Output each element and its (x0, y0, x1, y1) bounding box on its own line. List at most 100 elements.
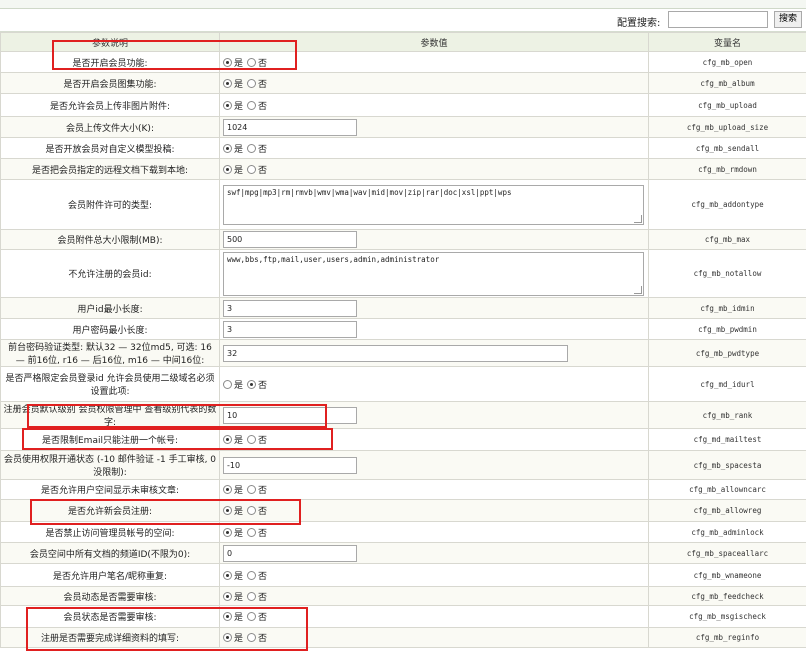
param-value: 是否 (219, 51, 649, 73)
param-value: 是否 (219, 586, 649, 606)
param-desc: 会员状态是否需要审核: (0, 605, 220, 628)
radio-no[interactable] (247, 143, 257, 153)
radio-yes[interactable] (223, 164, 232, 174)
radio-no[interactable] (247, 379, 257, 389)
text-input[interactable]: 3 (223, 320, 357, 338)
radio-no[interactable] (247, 485, 257, 494)
var-name: cfg_mb_spacesta (648, 450, 806, 480)
search-button[interactable]: 搜索 (774, 11, 802, 28)
radio-yes[interactable] (223, 633, 232, 642)
radio-no[interactable] (247, 527, 257, 537)
var-name: cfg_mb_adminlock (648, 521, 806, 543)
param-desc: 用户密码最小长度: (0, 318, 220, 340)
radio-yes[interactable] (223, 570, 232, 580)
col-header-name: 变量名 (648, 32, 806, 52)
radio-yes[interactable] (223, 591, 232, 601)
config-row: 会员动态是否需要审核: 是否 cfg_mb_feedcheck (0, 586, 806, 606)
radio-label-yes: 是 (234, 165, 244, 176)
radio-yes[interactable] (223, 57, 232, 67)
param-desc: 会员附件许可的类型: (0, 179, 220, 230)
var-name: cfg_mb_notallow (648, 249, 806, 298)
param-value: 是否 (219, 605, 649, 628)
text-input[interactable]: 3 (223, 299, 357, 317)
param-desc: 注册会员默认级别 会员权限管理中 查看级别代表的数字: (0, 401, 220, 429)
radio-no[interactable] (247, 633, 257, 642)
var-name: cfg_mb_pwdmin (648, 318, 806, 340)
resize-grip-icon[interactable] (634, 214, 642, 223)
var-name: cfg_mb_rank (648, 401, 806, 429)
radio-no[interactable] (247, 57, 257, 67)
radio-no[interactable] (247, 100, 257, 110)
param-desc: 不允许注册的会员id: (0, 249, 220, 298)
var-name: cfg_mb_idmin (648, 297, 806, 319)
radio-yes[interactable] (223, 379, 232, 389)
config-row: 会员状态是否需要审核: 是否 cfg_mb_msgischeck (0, 605, 806, 628)
config-row: 会员使用权限开通状态 (-10 邮件验证 -1 手工审核, 0 没限制): -10… (0, 450, 806, 480)
config-row: 是否开放会员对自定义模型投稿: 是否 cfg_mb_sendall (0, 137, 806, 159)
param-value: 是否 (219, 627, 649, 648)
param-value: 是否 (219, 137, 649, 159)
config-search-bar: 配置搜索: 搜索 (0, 9, 806, 32)
table-header: 参数说明 参数值 变量名 (0, 32, 806, 52)
param-desc: 前台密码验证类型: 默认32 — 32位md5, 可选: 16 — 前16位, … (0, 339, 220, 367)
text-input[interactable]: -10 (223, 456, 357, 474)
radio-yes[interactable] (223, 527, 232, 537)
radio-no[interactable] (247, 612, 257, 621)
param-value: 是否 (219, 366, 649, 402)
radio-no[interactable] (247, 570, 257, 580)
radio-yes[interactable] (223, 506, 232, 515)
var-name: cfg_mb_sendall (648, 137, 806, 159)
param-desc: 注册是否需要完成详细资料的填写: (0, 627, 220, 648)
var-name: cfg_mb_pwdtype (648, 339, 806, 367)
param-desc: 是否允许新会员注册: (0, 499, 220, 522)
resize-grip-icon[interactable] (634, 285, 642, 294)
param-value: 10 (219, 401, 649, 429)
search-input[interactable] (668, 11, 768, 28)
radio-yes[interactable] (223, 612, 232, 621)
var-name: cfg_mb_allowreg (648, 499, 806, 522)
text-input[interactable]: 0 (223, 544, 357, 562)
radio-no[interactable] (247, 506, 257, 515)
param-desc: 是否允许会员上传非图片附件: (0, 93, 220, 117)
radio-yes[interactable] (223, 143, 232, 153)
var-name: cfg_md_mailtest (648, 428, 806, 451)
radio-no[interactable] (247, 164, 257, 174)
radio-no[interactable] (247, 591, 257, 601)
config-row: 不允许注册的会员id: www,bbs,ftp,mail,user,users,a… (0, 249, 806, 298)
param-value: 3 (219, 297, 649, 319)
var-name: cfg_mb_feedcheck (648, 586, 806, 606)
param-desc: 会员动态是否需要审核: (0, 586, 220, 606)
var-name: cfg_mb_reginfo (648, 627, 806, 648)
var-name: cfg_mb_album (648, 72, 806, 94)
param-desc: 是否开放会员对自定义模型投稿: (0, 137, 220, 159)
param-value: 是否 (219, 72, 649, 94)
config-row: 注册是否需要完成详细资料的填写: 是否 cfg_mb_reginfo (0, 627, 806, 648)
config-row: 是否严格限定会员登录id 允许会员使用二级域名必须设置此项: 是否 cfg_md_i… (0, 366, 806, 402)
textarea-field[interactable]: www,bbs,ftp,mail,user,users,admin,admini… (223, 251, 644, 296)
text-input[interactable]: 500 (223, 231, 357, 248)
radio-label-yes: 是 (234, 613, 244, 623)
radio-label-no: 否 (258, 507, 268, 517)
radio-yes[interactable] (223, 485, 232, 494)
radio-label-no: 否 (258, 165, 268, 176)
param-value: 是否 (219, 93, 649, 117)
radio-no[interactable] (247, 435, 257, 444)
radio-label-yes: 是 (234, 380, 244, 391)
radio-yes[interactable] (223, 435, 232, 444)
radio-label-yes: 是 (234, 58, 244, 69)
text-input[interactable]: 32 (223, 344, 568, 362)
radio-no[interactable] (247, 78, 257, 88)
radio-yes[interactable] (223, 78, 232, 88)
text-input[interactable]: 1024 (223, 118, 357, 136)
param-desc: 是否开启会员图集功能: (0, 72, 220, 94)
param-desc: 会员上传文件大小(K): (0, 116, 220, 138)
textarea-field[interactable]: swf|mpg|mp3|rm|rmvb|wmv|wma|wav|mid|mov|… (223, 184, 644, 225)
config-row: 是否允许新会员注册: 是否 cfg_mb_allowreg (0, 499, 806, 522)
radio-yes[interactable] (223, 100, 232, 110)
param-value: 是否 (219, 521, 649, 543)
text-input[interactable]: 10 (223, 406, 357, 424)
var-name: cfg_mb_upload (648, 93, 806, 117)
config-row: 是否开启会员图集功能: 是否 cfg_mb_album (0, 72, 806, 94)
radio-label-no: 否 (258, 436, 268, 446)
config-row: 是否禁止访问管理员帐号的空间: 是否 cfg_mb_adminlock (0, 521, 806, 543)
